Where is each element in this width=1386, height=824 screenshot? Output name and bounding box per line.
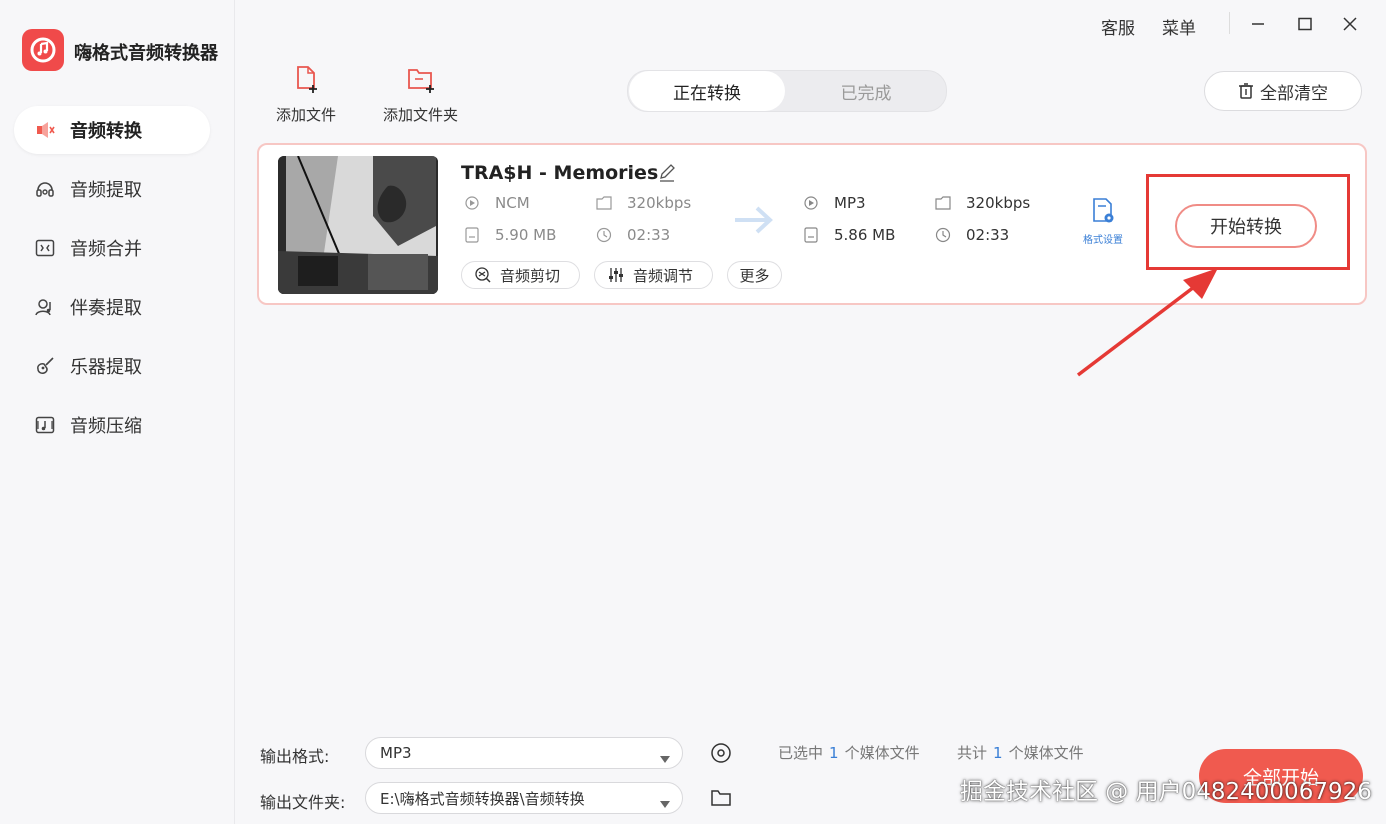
folder-open-icon[interactable]: [710, 788, 732, 812]
add-folder-icon: [406, 64, 436, 98]
guitar-icon: [32, 353, 58, 379]
bitrate-icon: [595, 194, 613, 212]
accompaniment-icon: [32, 294, 58, 320]
audio-adjust-button[interactable]: 音频调节: [594, 261, 713, 289]
output-format-label: 输出格式:: [260, 747, 330, 766]
sidebar-item-label: 乐器提取: [70, 357, 142, 378]
annotation-arrow-icon: [1076, 268, 1218, 377]
sidebar-item-label: 音频提取: [70, 180, 142, 201]
format-icon: [802, 194, 820, 212]
topbar-divider: [1229, 12, 1230, 34]
sidebar-item-label: 伴奏提取: [70, 298, 142, 319]
source-duration: 02:33: [595, 226, 670, 244]
target-format: MP3: [802, 194, 866, 212]
sidebar-item-label: 音频转换: [70, 121, 142, 142]
format-settings-button[interactable]: 格式设置: [1075, 197, 1131, 246]
more-button[interactable]: 更多: [727, 261, 782, 289]
add-folder-button[interactable]: 添加文件夹: [383, 64, 458, 125]
bitrate-icon: [934, 194, 952, 212]
total-count-text: 共计 1 个媒体文件: [957, 744, 1084, 762]
audio-cut-button[interactable]: 音频剪切: [461, 261, 580, 289]
convert-arrow-icon: [733, 203, 775, 241]
scissors-icon: [474, 266, 492, 284]
sidebar-item-label: 音频压缩: [70, 416, 142, 437]
sidebar-item-audio-extract[interactable]: 音频提取: [14, 165, 210, 213]
clock-icon: [934, 226, 952, 244]
speaker-convert-icon: [32, 117, 58, 143]
status-tabs: 正在转换 已完成: [627, 70, 947, 112]
chevron-down-icon: [660, 795, 670, 813]
menu-link[interactable]: 菜单: [1162, 14, 1196, 39]
watermark-text: 掘金技术社区 @ 用户0482400067926: [960, 779, 1372, 805]
close-icon[interactable]: [1338, 12, 1362, 36]
album-cover-image: [278, 156, 438, 294]
sidebar-item-label: 音频合并: [70, 239, 142, 260]
format-preview-icon[interactable]: [710, 742, 732, 768]
trash-icon: [1238, 82, 1254, 100]
minimize-icon[interactable]: [1246, 12, 1270, 36]
format-settings-label: 格式设置: [1083, 235, 1123, 246]
sidebar: 嗨格式音频转换器 音频转换 音频提取 音频合并 伴奏提取 乐器提取 音频压缩: [0, 0, 235, 824]
target-duration: 02:33: [934, 226, 1009, 244]
sidebar-item-accompaniment[interactable]: 伴奏提取: [14, 283, 210, 331]
source-bitrate: 320kbps: [595, 194, 691, 212]
edit-icon[interactable]: [657, 163, 677, 187]
source-size: 5.90 MB: [463, 226, 556, 244]
source-format: NCM: [463, 194, 530, 212]
size-icon: [463, 226, 481, 244]
add-file-button[interactable]: 添加文件: [276, 64, 336, 125]
add-folder-label: 添加文件夹: [383, 106, 459, 124]
format-settings-icon: [1090, 197, 1116, 229]
customer-service-link[interactable]: 客服: [1101, 14, 1135, 39]
headset-extract-icon: [32, 176, 58, 202]
app-logo-icon: [22, 29, 64, 71]
clear-all-label: 全部清空: [1260, 83, 1328, 104]
equalizer-icon: [607, 266, 625, 284]
sidebar-item-instrument[interactable]: 乐器提取: [14, 342, 210, 390]
file-title: TRA$H - Memories: [461, 162, 659, 184]
target-bitrate: 320kbps: [934, 194, 1030, 212]
size-icon: [802, 226, 820, 244]
sidebar-item-audio-merge[interactable]: 音频合并: [14, 224, 210, 272]
tab-completed[interactable]: 已完成: [786, 71, 946, 111]
selected-count-text: 已选中 1 个媒体文件: [778, 744, 920, 762]
chevron-down-icon: [660, 750, 670, 768]
merge-icon: [32, 235, 58, 261]
maximize-icon[interactable]: [1293, 12, 1317, 36]
output-format-select[interactable]: MP3: [365, 737, 683, 769]
clear-all-button[interactable]: 全部清空: [1204, 71, 1362, 111]
output-folder-label: 输出文件夹:: [260, 793, 346, 812]
compress-icon: [32, 412, 58, 438]
format-icon: [463, 194, 481, 212]
sidebar-item-compress[interactable]: 音频压缩: [14, 401, 210, 449]
clock-icon: [595, 226, 613, 244]
app-title: 嗨格式音频转换器: [74, 43, 218, 64]
sidebar-item-audio-convert[interactable]: 音频转换: [14, 106, 210, 154]
tab-converting[interactable]: 正在转换: [629, 71, 785, 111]
start-convert-button[interactable]: 开始转换: [1175, 204, 1317, 248]
target-size: 5.86 MB: [802, 226, 895, 244]
add-file-icon: [292, 64, 320, 98]
output-folder-select[interactable]: E:\嗨格式音频转换器\音频转换: [365, 782, 683, 814]
add-file-label: 添加文件: [276, 106, 337, 124]
